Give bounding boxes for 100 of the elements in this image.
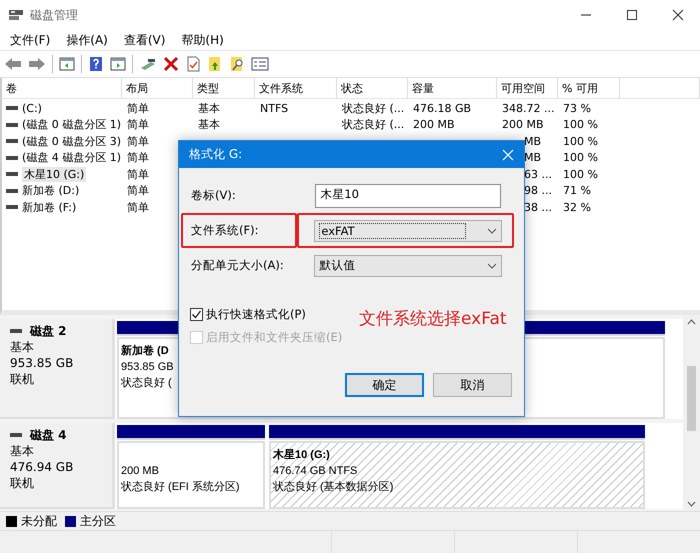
volume-label-field[interactable]: 木星10 <box>315 184 502 208</box>
table-cell: 简单 <box>127 183 149 198</box>
field-label: 文件系统(F): <box>191 223 258 238</box>
table-cell: 100 % <box>563 168 598 181</box>
table-cell: 简单 <box>127 134 149 149</box>
table-cell: 简单 <box>127 117 149 132</box>
panel-icon[interactable] <box>110 56 126 72</box>
volume-name[interactable]: 新加卷 (D:) <box>22 183 80 198</box>
help-icon[interactable] <box>88 56 104 72</box>
partition-size: 476.74 GB NTFS <box>273 464 358 479</box>
disk-name: 磁盘 2 <box>30 323 67 339</box>
close-icon[interactable] <box>672 9 684 21</box>
menu-item[interactable]: 查看(V) <box>124 32 166 48</box>
volume-name[interactable]: (C:) <box>22 102 42 115</box>
cancel-button[interactable]: 取消 <box>433 373 512 397</box>
partition-block[interactable]: 木星10 (G:) 476.74 GB NTFS 状态良好 (基本数据分区) <box>269 441 645 509</box>
checkbox-label: 执行快速格式化(P) <box>206 307 306 322</box>
field-label: 卷标(V): <box>191 188 236 203</box>
disk-size: 953.85 GB <box>10 355 74 371</box>
table-cell: 38 ... <box>524 200 552 214</box>
properties-icon[interactable] <box>251 56 269 72</box>
table-cell: 100 % <box>563 134 598 148</box>
volume-name[interactable]: 木星10 (G:) <box>22 166 86 182</box>
disk-type: 基本 <box>10 339 35 355</box>
table-cell: 简单 <box>127 200 149 215</box>
disk-name: 磁盘 4 <box>30 427 67 443</box>
dialog-title: 格式化 G: <box>189 146 242 163</box>
table-cell: 状态良好 (... <box>342 100 404 116</box>
legend-label: 主分区 <box>80 512 116 530</box>
legend-label: 未分配 <box>21 512 57 530</box>
partition-block[interactable]: 200 MB 状态良好 (EFI 系统分区) <box>117 441 265 509</box>
table-cell: 基本 <box>198 117 220 132</box>
scroll-up-icon[interactable] <box>687 319 696 325</box>
disk-info-panel[interactable]: 磁盘 4 基本 476.94 GB 联机 <box>0 423 115 509</box>
checkbox[interactable] <box>190 308 203 321</box>
table-cell: 98 ... <box>524 184 552 198</box>
table-cell: MB <box>524 151 542 164</box>
disk-status: 联机 <box>10 475 35 491</box>
table-cell: 简单 <box>127 150 149 166</box>
field-label: 分配单元大小(A): <box>191 258 284 273</box>
column-header[interactable]: % 可用 <box>558 78 620 98</box>
ok-button[interactable]: 确定 <box>345 373 424 397</box>
search-icon[interactable] <box>229 56 245 72</box>
menu-item[interactable]: 帮助(H) <box>181 32 224 48</box>
scroll-down-icon[interactable] <box>687 501 696 507</box>
table-cell: MB <box>524 134 542 148</box>
folder-up-icon[interactable] <box>207 56 223 72</box>
annotation-text: 文件系统选择exFat <box>359 308 507 330</box>
disk-type: 基本 <box>10 443 35 459</box>
back-arrow-icon[interactable] <box>4 56 22 72</box>
table-cell: 简单 <box>127 166 149 182</box>
scrollbar[interactable] <box>683 315 700 511</box>
partition-status: 状态良好 (基本数据分区) <box>273 480 394 495</box>
partition-status: 状态良好 ( <box>121 376 172 391</box>
chevron-down-icon <box>487 262 498 268</box>
table-cell: 200 MB <box>413 118 455 132</box>
menu-item[interactable]: 文件(F) <box>10 32 50 48</box>
table-cell: 73 % <box>563 102 591 115</box>
table-cell: 63 ... <box>524 168 552 181</box>
volume-name[interactable]: (磁盘 0 磁盘分区 3) <box>22 134 122 149</box>
disk-icon <box>8 8 24 22</box>
column-header[interactable]: 布局 <box>122 78 193 98</box>
chevron-down-icon <box>487 228 498 234</box>
table-cell: 348.72 ... <box>502 102 554 115</box>
table-cell: 32 % <box>563 200 591 214</box>
volume-name[interactable]: (磁盘 0 磁盘分区 1) <box>22 117 122 132</box>
table-cell: 71 % <box>563 184 591 198</box>
column-header[interactable]: 容量 <box>408 78 497 98</box>
partition-status: 状态良好 (EFI 系统分区) <box>121 480 240 495</box>
volume-name[interactable]: 新加卷 (F:) <box>22 200 76 215</box>
table-cell: 476.18 GB <box>413 102 472 115</box>
volume-name[interactable]: (磁盘 4 磁盘分区 1) <box>22 150 122 166</box>
checkbox-label: 启用文件和文件夹压缩(E) <box>206 330 342 345</box>
table-cell: 100 % <box>563 151 598 164</box>
panel-icon[interactable] <box>59 56 75 72</box>
table-cell: 简单 <box>127 100 149 116</box>
partition-size: 953.85 GB <box>121 360 174 375</box>
scroll-thumb[interactable] <box>687 366 696 430</box>
column-header[interactable]: 类型 <box>193 78 255 98</box>
table-cell: 状态良好 (... <box>342 117 404 132</box>
dropdown[interactable]: 默认值 <box>314 254 502 276</box>
dropdown[interactable]: exFAT <box>314 220 502 242</box>
table-cell: 100 % <box>563 118 598 132</box>
column-header[interactable]: 卷 <box>2 78 122 98</box>
forward-arrow-icon[interactable] <box>28 56 46 72</box>
disk-size: 476.94 GB <box>10 459 74 475</box>
column-header[interactable]: 文件系统 <box>255 78 337 98</box>
column-header[interactable]: 可用空间 <box>497 78 558 98</box>
checklist-icon[interactable] <box>185 56 201 72</box>
partition-title: 新加卷 (D <box>121 344 169 359</box>
delete-icon[interactable] <box>163 56 179 72</box>
disk-status: 联机 <box>10 371 35 387</box>
menu-item[interactable]: 操作(A) <box>66 32 108 48</box>
column-header[interactable]: 状态 <box>337 78 408 98</box>
partition-title: 木星10 (G:) <box>273 448 330 463</box>
maximize-icon[interactable] <box>626 9 638 21</box>
window-title: 磁盘管理 <box>30 6 78 24</box>
partition-size: 200 MB <box>121 464 159 479</box>
table-cell: 基本 <box>198 100 220 116</box>
disk-info-panel[interactable]: 磁盘 2 基本 953.85 GB 联机 <box>0 319 115 419</box>
